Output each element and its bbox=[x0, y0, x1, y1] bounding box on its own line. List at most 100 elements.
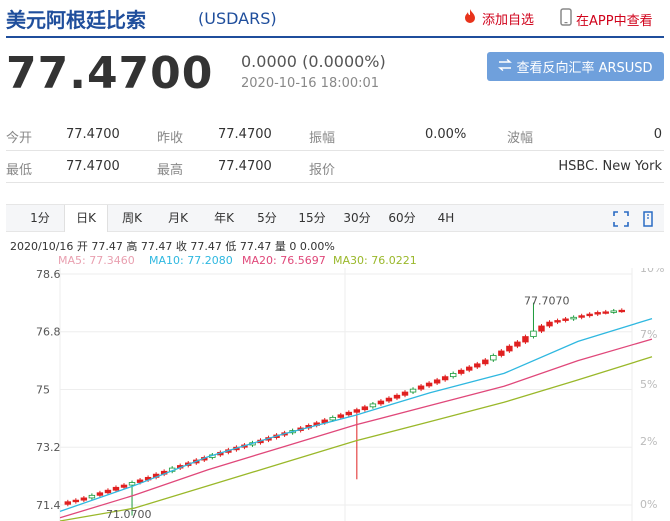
y-tick-label: 71.4 bbox=[36, 499, 61, 512]
candle-body bbox=[602, 311, 609, 314]
swap-icon bbox=[498, 58, 513, 75]
candle-body bbox=[457, 369, 465, 374]
prevclose-value: 77.4700 bbox=[218, 127, 272, 142]
candle-body bbox=[530, 330, 537, 337]
candle-body bbox=[353, 409, 361, 413]
tab-monthly[interactable]: 月K bbox=[160, 205, 196, 232]
candle-body bbox=[554, 320, 561, 323]
amplitude-value: 0.00% bbox=[425, 127, 467, 142]
candle-body bbox=[329, 416, 336, 421]
candle-body bbox=[393, 394, 401, 399]
fire-icon bbox=[462, 8, 478, 28]
candle-body bbox=[586, 313, 593, 317]
y-tick-label: 75 bbox=[36, 383, 50, 396]
y-tick-label: 78.6 bbox=[36, 268, 61, 281]
candle-body bbox=[88, 494, 96, 499]
high-value: 77.4700 bbox=[218, 159, 272, 174]
view-in-app-button[interactable]: 在APP中查看 bbox=[560, 8, 653, 30]
candle-body bbox=[594, 312, 601, 315]
amplitude-label: 振幅 bbox=[309, 131, 336, 146]
candle-body bbox=[401, 391, 409, 396]
header-divider bbox=[6, 36, 664, 38]
candle-body bbox=[64, 501, 72, 505]
tab-5min[interactable]: 5分 bbox=[250, 205, 284, 232]
candle-body bbox=[72, 499, 80, 503]
candle-body bbox=[417, 385, 425, 390]
candle-body bbox=[337, 414, 344, 418]
stats-row-2: 最低 77.4700 最高 77.4700 报价 HSBC. New York bbox=[6, 151, 664, 183]
candle-body bbox=[482, 359, 489, 365]
ma5-label: MA5: 77.3460 bbox=[58, 254, 135, 267]
high-label: 最高 bbox=[157, 163, 184, 178]
candle-body bbox=[80, 497, 88, 501]
candle-body bbox=[361, 406, 369, 411]
candle-body bbox=[345, 411, 353, 416]
tab-1min[interactable]: 1分 bbox=[22, 205, 58, 232]
add-watchlist-label: 添加自选 bbox=[482, 12, 535, 28]
candle-body bbox=[120, 484, 128, 488]
fullscreen-icon[interactable] bbox=[613, 211, 629, 227]
reverse-rate-label: 查看反向汇率 ARSUSD bbox=[516, 61, 653, 76]
kline-chart[interactable]: 78.6 76.8 75 73.2 71.4 10% 7% 5% 2% 0% 77.7070 71.0… bbox=[0, 268, 670, 521]
pct-tick-label: 0% bbox=[640, 498, 657, 511]
candle-body bbox=[490, 355, 497, 361]
quote-time: 2020-10-16 18:00:01 bbox=[241, 76, 380, 91]
candle-body bbox=[546, 321, 553, 327]
low-label: 最低 bbox=[6, 163, 33, 178]
open-value: 77.4700 bbox=[66, 127, 120, 142]
ma-lines bbox=[59, 317, 653, 521]
tab-30min[interactable]: 30分 bbox=[339, 205, 375, 232]
max-price-label: 77.7070 bbox=[524, 295, 570, 308]
quote-source-value: HSBC. New York bbox=[558, 159, 662, 174]
tab-daily[interactable]: 日K bbox=[64, 205, 108, 232]
tab-60min[interactable]: 60分 bbox=[384, 205, 420, 232]
reverse-rate-button[interactable]: 查看反向汇率 ARSUSD bbox=[487, 52, 664, 81]
candle-body bbox=[104, 489, 112, 494]
candle-body bbox=[506, 345, 513, 352]
candle-body bbox=[474, 363, 481, 368]
page-title: 美元阿根廷比索 bbox=[6, 8, 146, 32]
ma20-line bbox=[59, 338, 653, 519]
candle-body bbox=[369, 403, 377, 408]
candle-body bbox=[112, 486, 120, 491]
tab-yearly[interactable]: 年K bbox=[206, 205, 242, 232]
candle-body bbox=[377, 400, 385, 405]
pct-tick-label: 2% bbox=[640, 435, 657, 448]
tab-weekly[interactable]: 周K bbox=[114, 205, 150, 232]
period-tabs: 1分 日K 周K 月K 年K 5分 15分 30分 60分 4H bbox=[6, 204, 664, 232]
candle-body bbox=[514, 341, 521, 347]
quote-source-label: 报价 bbox=[309, 163, 336, 178]
stats-row-1: 今开 77.4700 昨收 77.4700 振幅 0.00% 波幅 0 bbox=[6, 119, 664, 151]
y-tick-label: 73.2 bbox=[36, 441, 61, 454]
tab-15min[interactable]: 15分 bbox=[294, 205, 330, 232]
ohlc-info: 2020/10/16 开 77.47 高 77.47 收 77.47 低 77.… bbox=[10, 240, 335, 253]
candle-body bbox=[466, 366, 473, 371]
wave-label: 波幅 bbox=[507, 131, 534, 146]
candle-body bbox=[409, 388, 417, 393]
candle-body bbox=[425, 382, 433, 387]
candle-body bbox=[449, 373, 457, 378]
candle-body bbox=[128, 482, 136, 486]
add-watchlist-button[interactable]: 添加自选 bbox=[462, 8, 534, 28]
pct-tick-label: 10% bbox=[640, 268, 664, 275]
view-in-app-label: 在APP中查看 bbox=[576, 13, 653, 29]
candle-body bbox=[96, 492, 104, 496]
ma10-line bbox=[59, 317, 653, 513]
candle-body bbox=[498, 350, 505, 356]
open-label: 今开 bbox=[6, 131, 33, 146]
candle-body bbox=[570, 316, 577, 320]
tab-4h[interactable]: 4H bbox=[430, 205, 462, 232]
candle-body bbox=[618, 309, 625, 313]
min-price-label: 71.0700 bbox=[106, 508, 152, 521]
chart-settings-icon[interactable] bbox=[640, 211, 656, 227]
ma20-label: MA20: 76.5697 bbox=[242, 254, 326, 267]
pct-tick-label: 5% bbox=[640, 378, 657, 391]
current-price: 77.4700 bbox=[6, 48, 214, 99]
wave-value: 0 bbox=[653, 127, 662, 142]
ma30-label: MA30: 76.0221 bbox=[333, 254, 417, 267]
candle-body bbox=[578, 315, 585, 318]
phone-icon bbox=[560, 8, 572, 30]
y-tick-label: 76.8 bbox=[36, 326, 61, 339]
ma10-label: MA10: 77.2080 bbox=[149, 254, 233, 267]
low-value: 77.4700 bbox=[66, 159, 120, 174]
